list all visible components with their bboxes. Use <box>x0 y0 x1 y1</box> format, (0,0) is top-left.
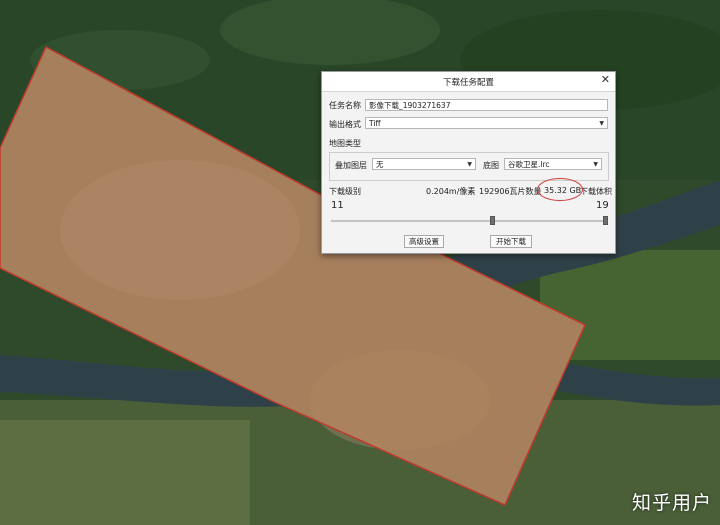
overlay-select[interactable]: 无 ▼ <box>372 158 476 170</box>
overlay-label: 叠加图层 <box>335 161 367 170</box>
level-slider-track[interactable] <box>331 220 607 222</box>
highlight-circle <box>537 178 583 201</box>
level-slider-handle-max[interactable] <box>603 216 608 225</box>
download-size-label: 下载体积 <box>580 187 612 196</box>
advanced-settings-button[interactable]: 高级设置 <box>404 235 444 248</box>
basemap-label: 底图 <box>483 161 499 170</box>
download-config-dialog: 下载任务配置 ✕ 任务名称 影像下载_1903271637 输出格式 Tiff … <box>321 71 616 254</box>
basemap-select[interactable]: 谷歌卫星.lrc ▼ <box>504 158 602 170</box>
chevron-down-icon: ▼ <box>599 120 604 127</box>
max-level-text: 19 <box>596 200 609 211</box>
resolution-text: 0.204m/像素 <box>426 187 476 196</box>
task-name-input[interactable]: 影像下载_1903271637 <box>365 99 608 111</box>
map-type-label: 地图类型 <box>329 139 361 148</box>
min-level-text: 11 <box>331 200 344 211</box>
dialog-title: 下载任务配置 <box>442 78 494 88</box>
overlay-value: 无 <box>376 160 384 169</box>
tile-count-text: 192906瓦片数量 <box>479 187 542 196</box>
output-format-label: 输出格式 <box>329 120 361 129</box>
chevron-down-icon: ▼ <box>593 161 598 168</box>
download-level-label: 下载级别 <box>329 187 361 196</box>
task-name-label: 任务名称 <box>329 101 361 110</box>
basemap-value: 谷歌卫星.lrc <box>508 160 550 169</box>
close-icon[interactable]: ✕ <box>601 73 610 86</box>
watermark-text: 知乎用户 <box>631 492 712 514</box>
output-format-select[interactable]: Tiff ▼ <box>365 117 608 129</box>
start-download-button[interactable]: 开始下载 <box>490 235 532 248</box>
map-type-group: 叠加图层 无 ▼ 底图 谷歌卫星.lrc ▼ <box>329 152 609 181</box>
dialog-titlebar: 下载任务配置 ✕ <box>322 72 615 92</box>
output-format-value: Tiff <box>369 119 381 128</box>
level-slider-handle-min[interactable] <box>490 216 495 225</box>
chevron-down-icon: ▼ <box>467 161 472 168</box>
